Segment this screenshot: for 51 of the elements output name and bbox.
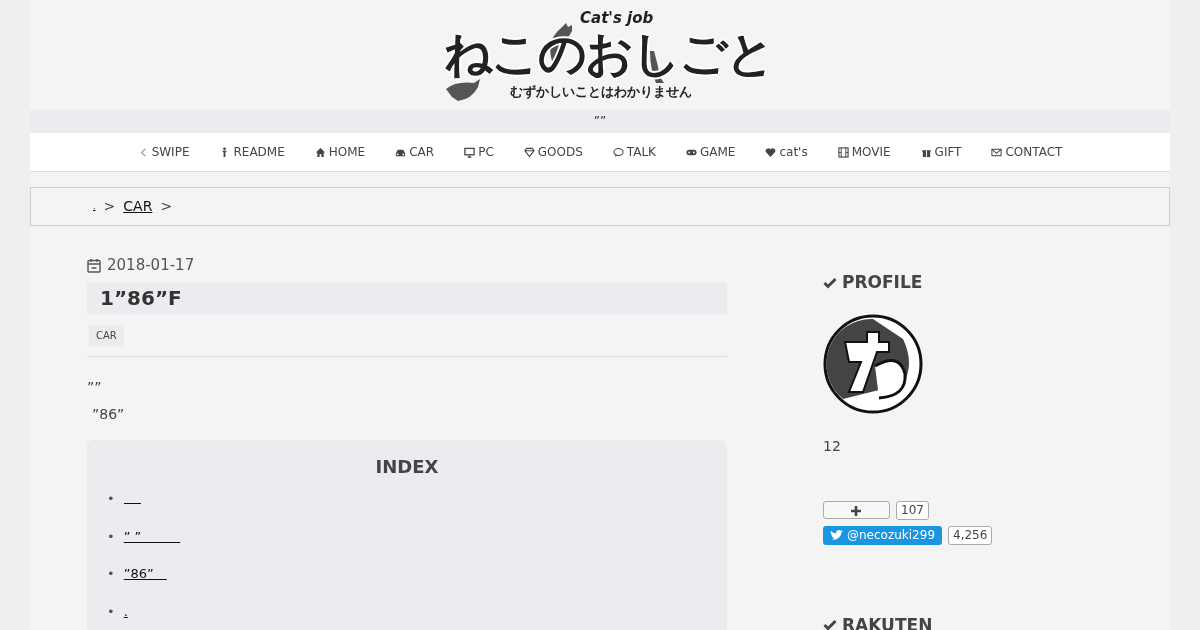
home-icon — [314, 146, 326, 158]
list-bullet: • — [107, 527, 115, 546]
toc-link[interactable]: . — [123, 601, 128, 622]
post-date: 2018-01-17 — [107, 255, 195, 276]
logo-tagline: むずかしいことはわかりません — [510, 85, 692, 98]
envelope-icon — [991, 146, 1003, 158]
nav-link[interactable]: MOVIE — [822, 143, 906, 161]
heart-icon — [765, 146, 777, 158]
widget-title: RAKUTEN — [842, 613, 933, 630]
article-title: 1”86”F — [87, 281, 727, 314]
list-bullet: • — [107, 565, 115, 584]
nav-link[interactable]: GOODS — [508, 143, 598, 161]
calendar-icon — [87, 257, 101, 273]
list-bullet: • — [107, 490, 115, 509]
plus-icon — [849, 505, 862, 517]
profile-text: 12 — [823, 436, 842, 456]
speech-bubble-icon — [612, 146, 624, 158]
nav-link[interactable]: PC — [449, 143, 509, 161]
category-tag[interactable]: CAR — [89, 324, 124, 346]
list-bullet: • — [107, 602, 115, 621]
nav-link[interactable]: HOME — [299, 143, 381, 161]
toc-title: INDEX — [374, 455, 440, 478]
paragraph: ”” — [87, 377, 103, 397]
nav-link[interactable]: GAME — [671, 143, 751, 161]
site-description: ”” — [30, 110, 1170, 133]
nav-link[interactable]: GIFT — [905, 143, 977, 161]
site-logo-title[interactable]: ねこのおしごと — [444, 29, 773, 77]
monitor-icon — [464, 146, 476, 158]
film-icon — [837, 146, 849, 158]
breadcrumb-separator: > — [160, 197, 173, 216]
checkmark-icon — [823, 619, 837, 630]
logo-subtitle: Cat's job — [580, 11, 654, 26]
checkmark-icon — [823, 276, 837, 289]
breadcrumb-link[interactable]: . — [93, 200, 96, 213]
nav-link[interactable]: CONTACT — [976, 143, 1078, 161]
toc-link[interactable]: ”86” — [123, 564, 167, 584]
breadcrumb-link[interactable]: CAR — [123, 196, 153, 217]
nav-link[interactable]: CAR — [380, 143, 450, 161]
nav-link[interactable]: TALK — [597, 143, 671, 161]
toc-link[interactable]: ” ” — [123, 526, 181, 547]
widget-title: PROFILE — [842, 271, 923, 294]
nav-link[interactable]: README — [204, 143, 300, 161]
nav-link[interactable]: cat's — [750, 143, 823, 161]
diamond-icon — [523, 146, 535, 158]
bookmark-button[interactable] — [823, 501, 890, 519]
bird-icon — [830, 529, 843, 541]
bookmark-count: 107 — [896, 500, 929, 520]
breadcrumb-separator: > — [103, 197, 116, 216]
nav-link[interactable]: SWIPE — [122, 143, 205, 161]
follower-count: 4,256 — [948, 525, 993, 545]
paragraph: ”86” — [91, 404, 126, 424]
